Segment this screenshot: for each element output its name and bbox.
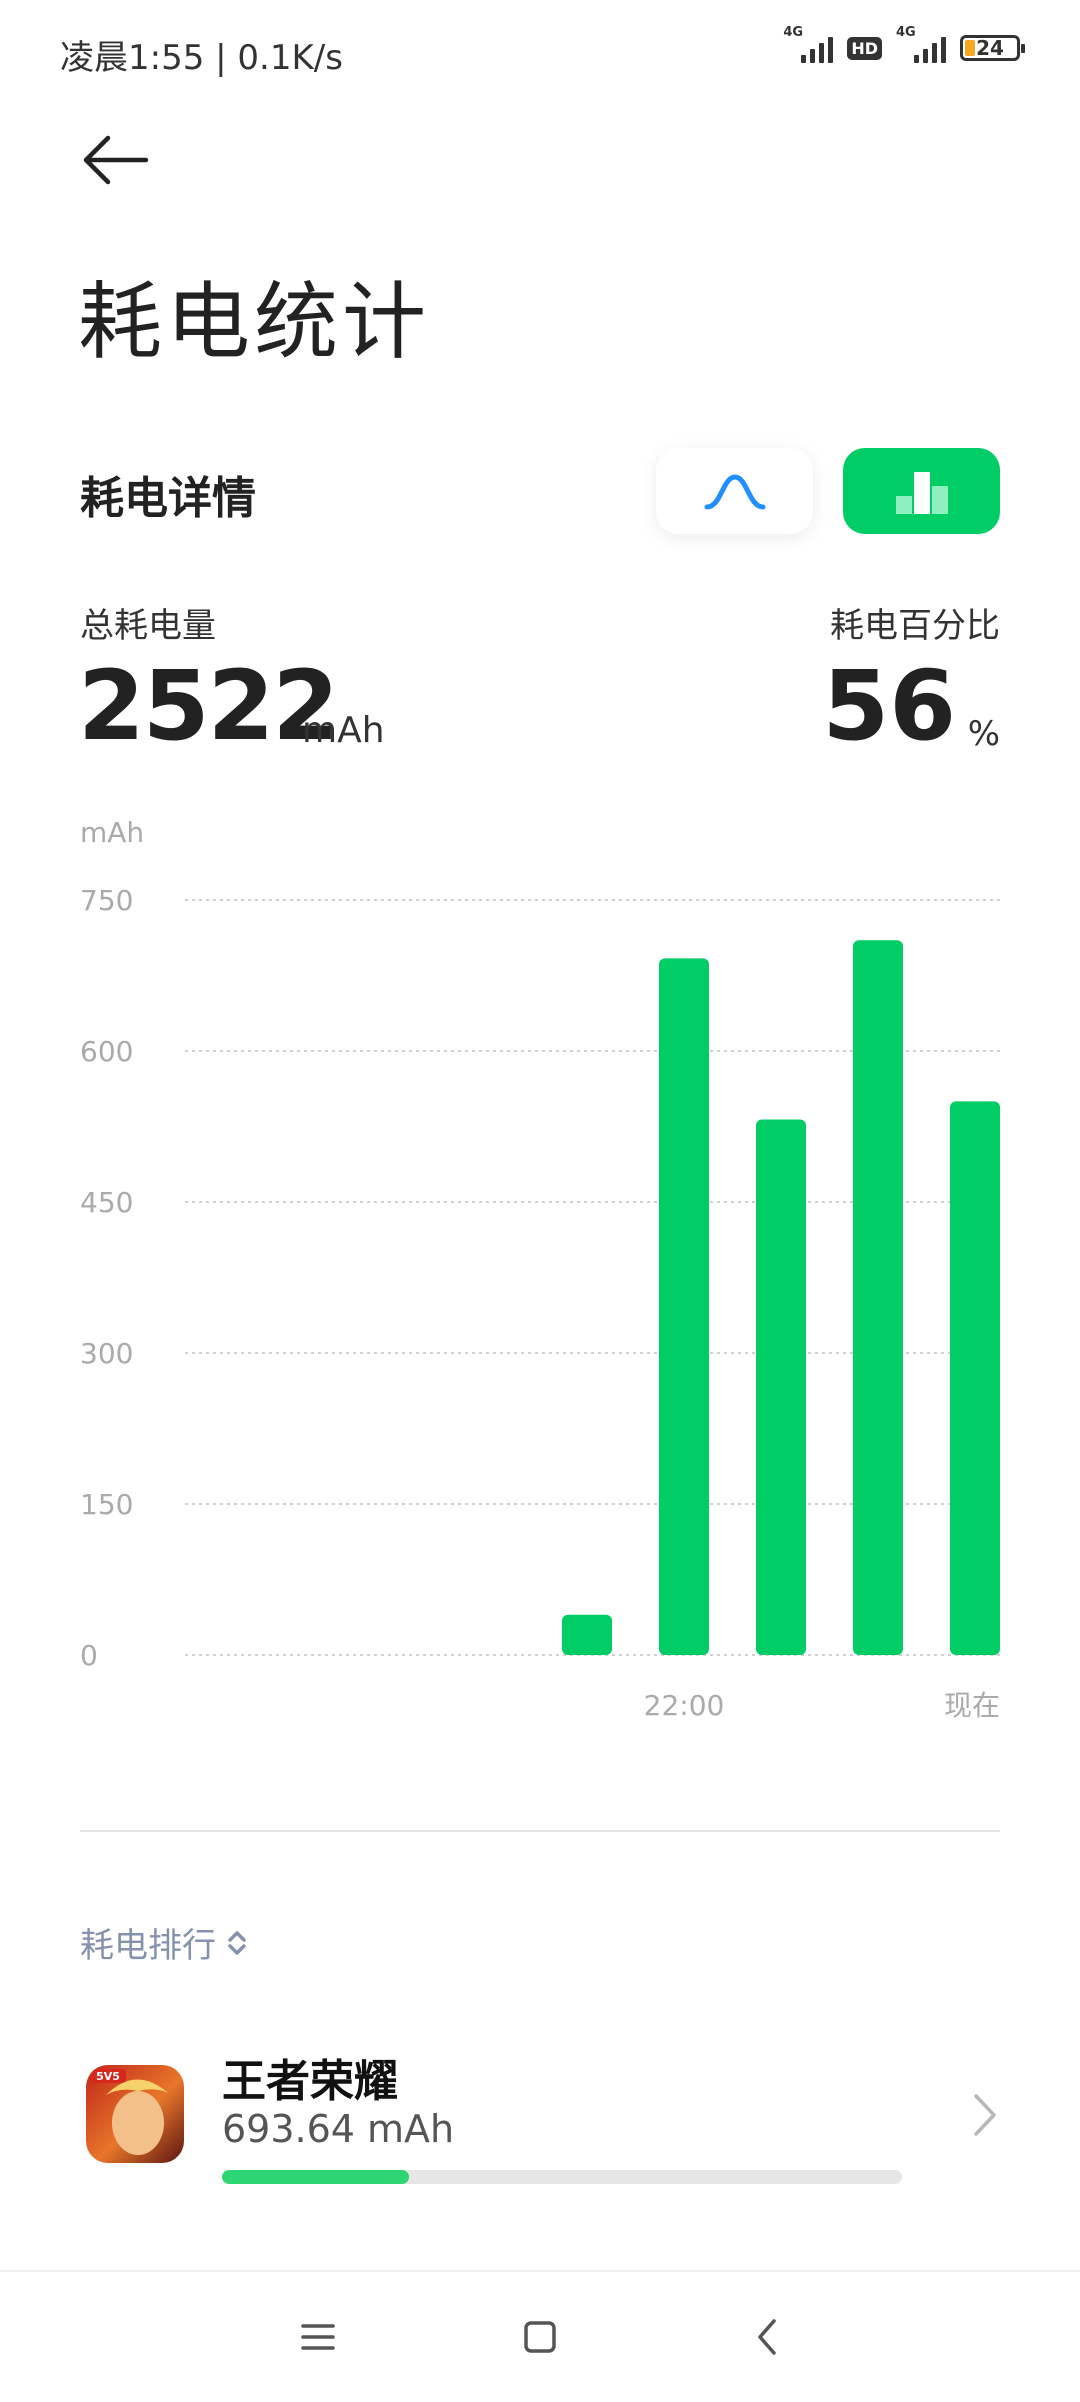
- svg-text:5V5: 5V5: [96, 2070, 120, 2083]
- home-icon: [524, 2321, 556, 2353]
- consumption-percent-label: 耗电百分比: [830, 606, 1000, 646]
- menu-button[interactable]: [278, 2302, 358, 2372]
- app-name: 王者荣耀: [222, 2056, 398, 2107]
- app-consumption-bar: [222, 2170, 902, 2184]
- signal-icon-1: 4G: [783, 25, 834, 63]
- y-tick-label: 300: [80, 1337, 133, 1370]
- network-type-1: 4G: [783, 25, 804, 40]
- x-tick-label: 现在: [944, 1689, 1000, 1722]
- back-icon: [758, 2319, 776, 2355]
- ranking-sort-button[interactable]: 耗电排行: [80, 1918, 248, 1967]
- back-button[interactable]: [80, 130, 150, 190]
- y-tick-label: 600: [80, 1035, 133, 1068]
- network-type-2: 4G: [896, 25, 916, 40]
- battery-icon: 24: [960, 35, 1025, 61]
- page-title: 耗电统计: [78, 273, 431, 371]
- ranking-sort-label: 耗电排行: [80, 1926, 216, 1966]
- hd-badge: HD: [847, 36, 882, 60]
- navigation-bar: [0, 2270, 1080, 2402]
- total-consumption-label: 总耗电量: [80, 606, 216, 646]
- y-axis-unit: mAh: [80, 816, 144, 849]
- consumption-percent-unit: %: [967, 714, 1000, 754]
- bar: [562, 1614, 612, 1655]
- menu-icon: [301, 2324, 335, 2350]
- y-tick-label: 0: [80, 1639, 98, 1672]
- bar: [950, 1101, 1000, 1655]
- sort-chevron-icon: [228, 1930, 246, 1955]
- battery-level: 24: [976, 36, 1004, 60]
- total-consumption-unit: mAh: [302, 710, 385, 751]
- app-list-item[interactable]: 5V5 王者荣耀 693.64 mAh: [0, 2035, 1080, 2205]
- section-title-details: 耗电详情: [80, 473, 256, 524]
- total-consumption-value: 2522: [78, 650, 339, 762]
- y-tick-label: 750: [80, 884, 133, 917]
- bar-view-button[interactable]: [843, 448, 1000, 534]
- bar-chart-icon: [895, 472, 948, 514]
- game-app-icon: 5V5: [86, 2065, 184, 2163]
- home-button[interactable]: [500, 2302, 580, 2372]
- curve-view-button[interactable]: [656, 448, 813, 534]
- app-consumption-bar-fill: [222, 2170, 409, 2184]
- bar: [659, 958, 709, 1655]
- y-tick-label: 150: [80, 1488, 133, 1521]
- status-icons: 4G HD 4G 24: [783, 25, 1025, 68]
- bar: [853, 940, 903, 1655]
- nav-back-button[interactable]: [727, 2302, 807, 2372]
- arrow-left-icon: [83, 135, 149, 185]
- app-icon: 5V5: [86, 2065, 184, 2163]
- consumption-bar-chart: mAh 750 600 450 300 150 0 22:00 现在: [80, 816, 1000, 1722]
- app-consumption-value: 693.64 mAh: [222, 2107, 455, 2151]
- curve-icon: [704, 474, 765, 510]
- x-tick-label: 22:00: [644, 1689, 725, 1722]
- bar: [756, 1119, 806, 1655]
- y-tick-label: 450: [80, 1186, 133, 1219]
- chevron-right-icon: [974, 2094, 996, 2136]
- status-time: 凌晨1:55 | 0.1K/s: [60, 38, 343, 78]
- consumption-percent-value: 56: [822, 650, 956, 762]
- signal-icon-2: 4G: [896, 25, 946, 63]
- divider: [80, 1830, 1000, 1832]
